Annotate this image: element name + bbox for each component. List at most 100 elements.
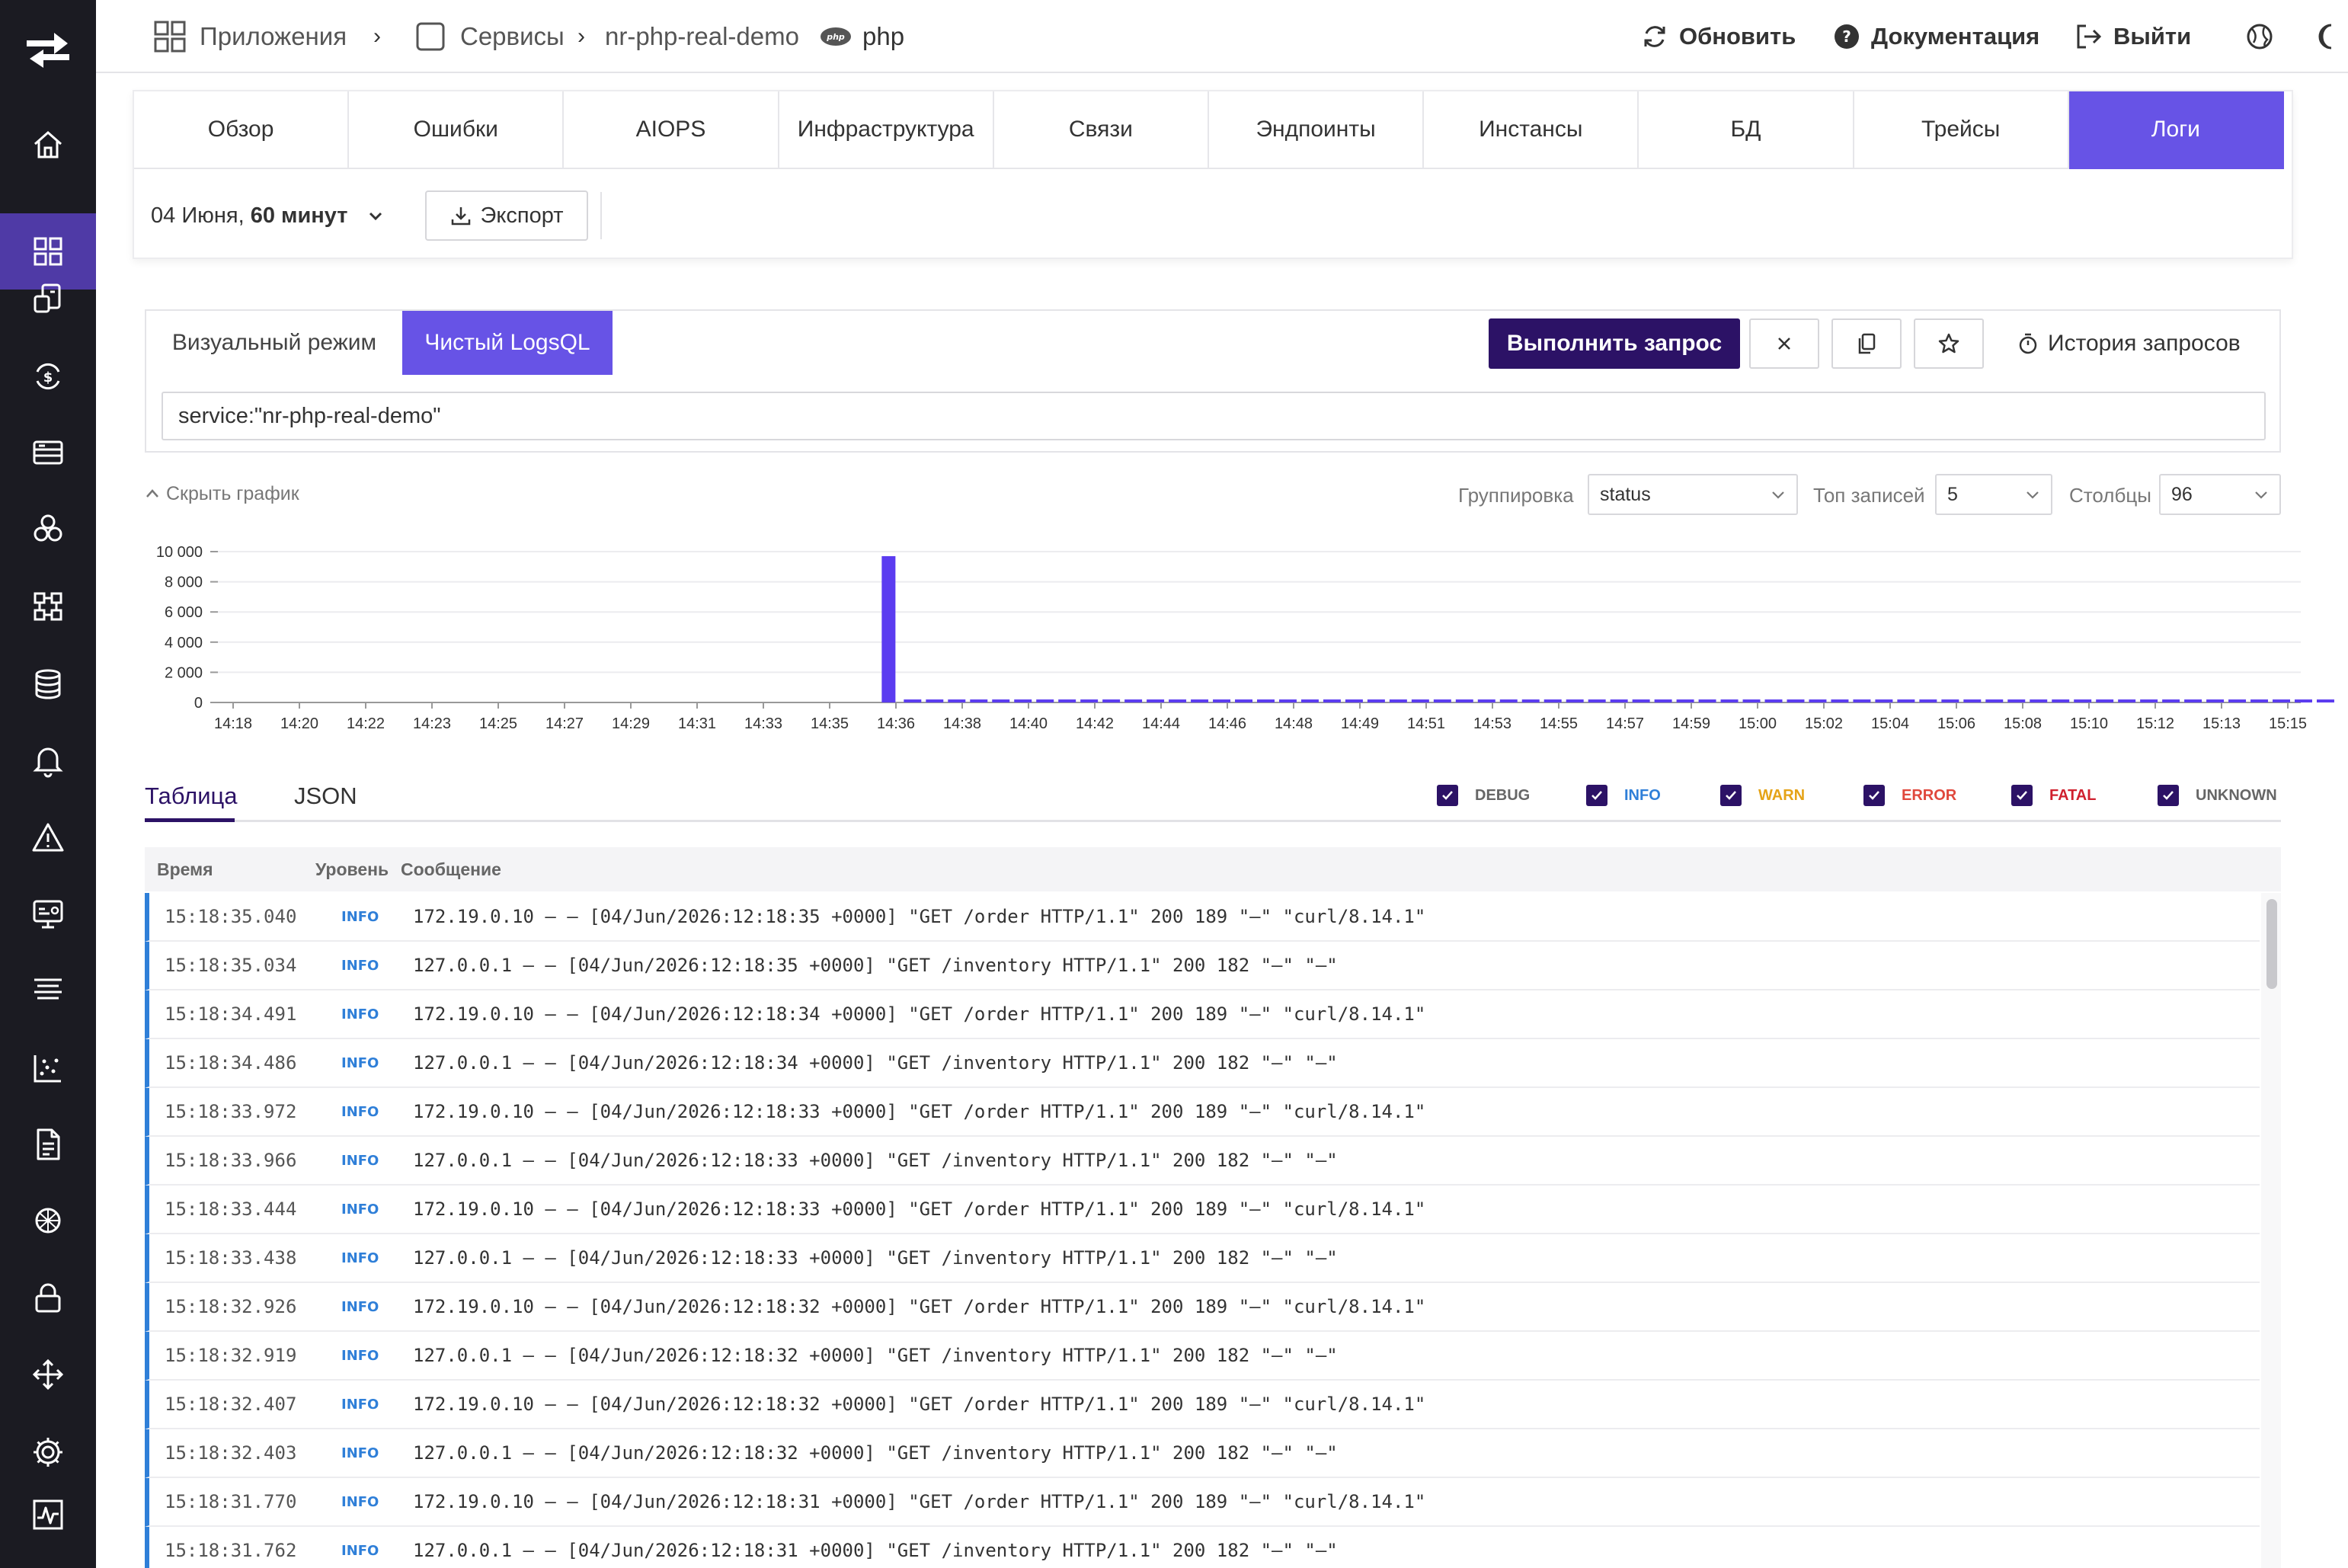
checkbox-checked-icon[interactable] (1437, 785, 1458, 806)
table-row[interactable]: 15:18:33.438 INFO 127.0.0.1 – – [04/Jun/20… (145, 1234, 2260, 1283)
query-history-button[interactable]: История запросов (2017, 318, 2241, 369)
level-filter-info[interactable]: INFO (1586, 782, 1661, 809)
x-tick-label: 14:20 (280, 715, 318, 732)
scrollbar-thumb[interactable] (2266, 899, 2277, 989)
histogram-bar (2206, 699, 2225, 702)
sidebar-item-network[interactable] (0, 1184, 96, 1257)
sidebar-item-lock[interactable] (0, 1262, 96, 1335)
tab-9[interactable]: Логи (2068, 91, 2284, 169)
tab-table[interactable]: Таблица (145, 779, 238, 814)
logo[interactable] (0, 0, 96, 99)
sidebar-item-server[interactable] (0, 416, 96, 489)
logo-icon (27, 33, 69, 68)
tab-3[interactable]: Инфраструктура (779, 91, 994, 169)
table-row[interactable]: 15:18:31.770 INFO 172.19.0.10 – – [04/Jun/… (145, 1478, 2260, 1527)
table-row[interactable]: 15:18:32.407 INFO 172.19.0.10 – – [04/Jun/… (145, 1381, 2260, 1429)
table-row[interactable]: 15:18:31.762 INFO 127.0.0.1 – – [04/Jun/20… (145, 1527, 2260, 1568)
refresh-button[interactable]: Обновить (1641, 0, 1796, 73)
sidebar-item-bell[interactable] (0, 724, 96, 797)
histogram-bar (1036, 699, 1054, 702)
sidebar-item-hexagons[interactable] (0, 492, 96, 565)
checkbox-checked-icon[interactable] (1586, 785, 1607, 806)
table-header: Время Уровень Сообщение (145, 847, 2281, 891)
cols-select[interactable]: 96 (2159, 474, 2281, 515)
checkbox-checked-icon[interactable] (2011, 785, 2033, 806)
table-row[interactable]: 15:18:32.403 INFO 127.0.0.1 – – [04/Jun/20… (145, 1429, 2260, 1478)
table-row[interactable]: 15:18:33.972 INFO 172.19.0.10 – – [04/Jun/… (145, 1088, 2260, 1137)
tab-1[interactable]: Ошибки (349, 91, 565, 169)
hide-chart-toggle[interactable]: Скрыть график (145, 480, 299, 507)
table-row[interactable]: 15:18:35.040 INFO 172.19.0.10 – – [04/Jun/… (145, 893, 2260, 942)
checkbox-checked-icon[interactable] (2158, 785, 2179, 806)
tab-2[interactable]: AIOPS (564, 91, 779, 169)
table-row[interactable]: 15:18:33.966 INFO 127.0.0.1 – – [04/Jun/20… (145, 1137, 2260, 1186)
histogram-bar (1941, 699, 1959, 702)
level-filter-debug[interactable]: DEBUG (1437, 782, 1530, 809)
language-button[interactable] (2246, 0, 2273, 73)
theme-toggle[interactable] (2316, 0, 2343, 73)
tab-7[interactable]: БД (1639, 91, 1854, 169)
table-row[interactable]: 15:18:34.491 INFO 172.19.0.10 – – [04/Jun/… (145, 990, 2260, 1039)
sidebar-item-warning[interactable] (0, 802, 96, 875)
y-tick-label: 0 (194, 695, 203, 712)
tab-raw-logsql[interactable]: Чистый LogsQL (402, 311, 613, 375)
table-row[interactable]: 15:18:32.926 INFO 172.19.0.10 – – [04/Jun/… (145, 1283, 2260, 1332)
checkbox-checked-icon[interactable] (1720, 785, 1742, 806)
breadcrumb-services[interactable]: Сервисы (416, 0, 565, 73)
tab-label: Обзор (207, 117, 274, 142)
square-icon (416, 22, 445, 51)
level-filter-unknown[interactable]: UNKNOWN (2158, 782, 2277, 809)
run-query-button[interactable]: Выполнить запрос (1489, 318, 1740, 369)
sidebar-item-home[interactable] (0, 108, 96, 181)
tab-0[interactable]: Обзор (134, 91, 350, 169)
breadcrumb-apps[interactable]: Приложения (154, 0, 347, 73)
sidebar-item-services[interactable] (0, 262, 96, 335)
docs-button[interactable]: ? Документация (1833, 0, 2039, 73)
checkbox-checked-icon[interactable] (1863, 785, 1885, 806)
cols-label-text: Столбцы (2069, 483, 2151, 507)
sidebar-item-database[interactable] (0, 648, 96, 721)
histogram-bar (1169, 699, 1187, 702)
table-row[interactable]: 15:18:34.486 INFO 127.0.0.1 – – [04/Jun/20… (145, 1039, 2260, 1088)
tab-6[interactable]: Инстансы (1424, 91, 1639, 169)
tab-json[interactable]: JSON (294, 779, 357, 814)
sidebar-item-modules[interactable] (0, 570, 96, 643)
level-filter-warn[interactable]: WARN (1720, 782, 1805, 809)
period-range: 60 минут (250, 203, 348, 228)
histogram-bar (2096, 699, 2114, 702)
breadcrumb-service[interactable]: nr-php-real-demo (605, 0, 799, 73)
top-select[interactable]: 5 (1935, 474, 2052, 515)
table-row[interactable]: 15:18:32.919 INFO 127.0.0.1 – – [04/Jun/20… (145, 1332, 2260, 1381)
logout-button[interactable]: Выйти (2075, 0, 2191, 73)
hide-chart-label: Скрыть график (166, 482, 299, 504)
cell-level: INFO (341, 1054, 379, 1071)
group-select[interactable]: status (1588, 474, 1798, 515)
query-input[interactable]: service:"nr-php-real-demo" (162, 392, 2266, 440)
tab-8[interactable]: Трейсы (1854, 91, 2069, 169)
scrollbar-track[interactable] (2261, 893, 2281, 1568)
docs-label: Документация (1871, 23, 2040, 50)
sidebar-item-arrows[interactable] (0, 1338, 96, 1411)
favorite-button[interactable] (1914, 318, 1984, 369)
level-filter-error[interactable]: ERROR (1863, 782, 1956, 809)
x-tick-label: 14:27 (545, 715, 584, 732)
tab-4[interactable]: Связи (993, 91, 1209, 169)
breadcrumb-lang-label: php (862, 22, 905, 50)
table-row[interactable]: 15:18:35.034 INFO 127.0.0.1 – – [04/Jun/20… (145, 942, 2260, 990)
level-filter-fatal[interactable]: FATAL (2011, 782, 2096, 809)
sidebar-item-document[interactable] (0, 1108, 96, 1181)
sidebar-item-scatter-chart[interactable] (0, 1032, 96, 1105)
sidebar-item-layers[interactable] (0, 954, 96, 1027)
table-row[interactable]: 15:18:33.444 INFO 172.19.0.10 – – [04/Jun/… (145, 1186, 2260, 1234)
sidebar-item-monitor[interactable] (0, 878, 96, 951)
cell-level: INFO (341, 1493, 379, 1510)
period-selector[interactable]: 04 Июня, 60 минут (151, 190, 384, 241)
sidebar-item-sync[interactable]: $ (0, 340, 96, 413)
breadcrumb-lang: php php (820, 0, 904, 73)
tab-visual-mode[interactable]: Визуальный режим (146, 311, 402, 375)
copy-button[interactable] (1831, 318, 1902, 369)
clear-button[interactable] (1749, 318, 1819, 369)
sidebar-item-activity[interactable] (0, 1478, 96, 1551)
tab-5[interactable]: Эндпоинты (1209, 91, 1425, 169)
export-button[interactable]: Экспорт (425, 190, 588, 241)
